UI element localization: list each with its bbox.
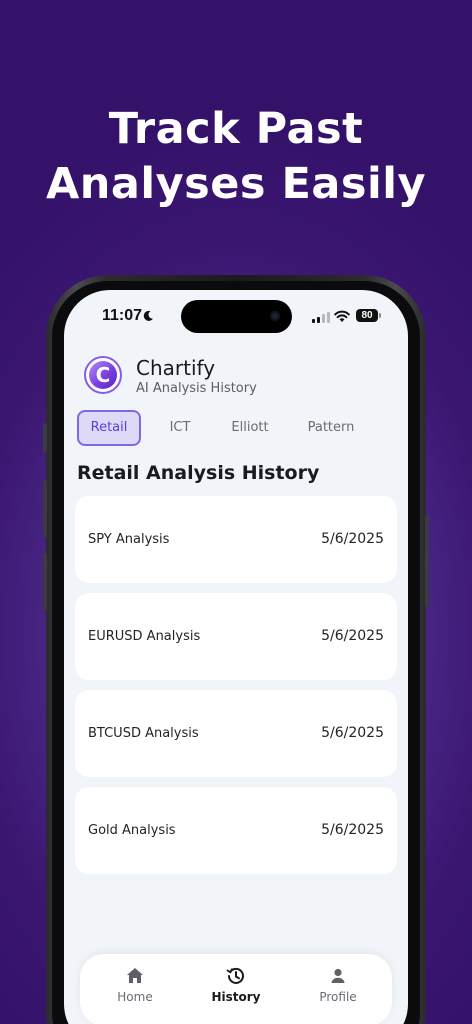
profile-icon — [331, 968, 345, 983]
volume-up-button — [43, 480, 47, 538]
history-card-title: Gold Analysis — [88, 823, 176, 838]
tab-retail[interactable]: Retail — [77, 410, 141, 446]
nav-profile[interactable]: Profile — [298, 966, 378, 1004]
tab-ict[interactable]: ICT — [156, 410, 204, 446]
cellular-signal-icon — [312, 312, 330, 323]
history-card-title: EURUSD Analysis — [88, 629, 201, 644]
history-card-date: 5/6/2025 — [321, 725, 384, 741]
headline-line-2: Analyses Easily — [46, 159, 426, 209]
camera-icon — [270, 311, 280, 321]
battery-icon: 80 — [356, 309, 378, 322]
nav-home[interactable]: Home — [95, 966, 175, 1004]
battery-tip — [379, 313, 381, 318]
dynamic-island — [181, 300, 292, 333]
nav-profile-label: Profile — [319, 990, 357, 1004]
tab-pattern[interactable]: Pattern — [300, 410, 362, 446]
section-title: Retail Analysis History — [77, 462, 320, 484]
app-name: Chartify — [136, 356, 216, 380]
app-logo: C — [84, 356, 122, 394]
history-card[interactable]: SPY Analysis 5/6/2025 — [75, 496, 397, 583]
home-icon — [127, 968, 143, 983]
nav-history-label: History — [211, 990, 261, 1004]
action-button — [43, 423, 47, 453]
bottom-navigation: Home History Profile — [80, 954, 392, 1024]
history-card-date: 5/6/2025 — [321, 531, 384, 547]
app-subtitle: AI Analysis History — [136, 381, 257, 396]
nav-history[interactable]: History — [196, 966, 276, 1004]
history-icon — [226, 967, 244, 984]
history-card-title: SPY Analysis — [88, 532, 170, 547]
history-card[interactable]: Gold Analysis 5/6/2025 — [75, 787, 397, 874]
tab-elliott[interactable]: Elliott — [222, 410, 278, 446]
logo-letter: C — [89, 361, 117, 389]
power-button — [425, 515, 429, 607]
history-card-date: 5/6/2025 — [321, 628, 384, 644]
history-card-date: 5/6/2025 — [321, 822, 384, 838]
headline-line-1: Track Past — [108, 104, 364, 154]
history-card-title: BTCUSD Analysis — [88, 726, 199, 741]
app-screen: 11:07 80 C Chartify AI Analysis History … — [64, 290, 408, 1024]
history-card[interactable]: EURUSD Analysis 5/6/2025 — [75, 593, 397, 680]
wifi-icon — [334, 310, 350, 322]
moon-icon — [143, 310, 153, 321]
nav-home-label: Home — [117, 990, 153, 1004]
volume-down-button — [43, 553, 47, 611]
history-card[interactable]: BTCUSD Analysis 5/6/2025 — [75, 690, 397, 777]
status-time: 11:07 — [102, 307, 143, 324]
